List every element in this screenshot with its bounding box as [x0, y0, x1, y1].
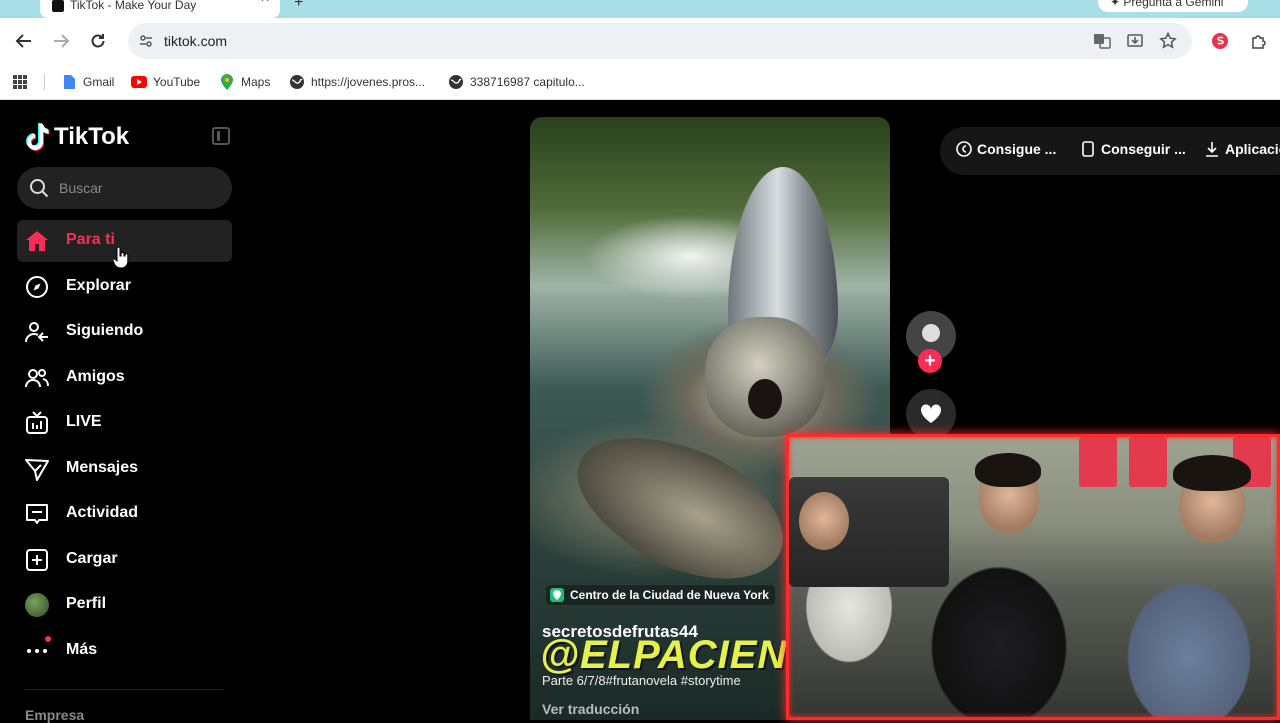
webcam-overlay	[786, 434, 1280, 720]
sidebar-item-explorar[interactable]: Explorar	[17, 266, 232, 308]
hand-cursor-icon	[113, 247, 129, 269]
url-text[interactable]: tiktok.com	[164, 33, 227, 49]
arrow-left-icon	[15, 34, 31, 48]
notification-dot	[45, 636, 51, 642]
location-pin-icon	[550, 588, 564, 602]
bookmark-youtube[interactable]: YouTube	[131, 72, 200, 92]
brand-name: TikTok	[54, 123, 130, 150]
top-actions-bar: Consigue ... Conseguir ... Aplicación	[940, 127, 1280, 175]
send-icon	[25, 457, 49, 481]
bookmark-jovenes[interactable]: https://jovenes.pros...	[289, 72, 425, 92]
location-tag[interactable]: Centro de la Ciudad de Nueva York	[546, 585, 775, 605]
back-button[interactable]	[9, 26, 39, 56]
extension-s-icon[interactable]	[1209, 30, 1231, 52]
forward-button[interactable]	[46, 26, 76, 56]
avatar	[25, 593, 49, 617]
video-figure-mouth	[748, 379, 782, 419]
gmail-icon	[61, 74, 77, 90]
sidebar-item-siguiendo[interactable]: Siguiendo	[17, 311, 232, 353]
bookmark-maps[interactable]: Maps	[219, 72, 270, 92]
get-coins-button[interactable]: Consigue ...	[956, 141, 1056, 157]
coin-icon	[956, 141, 972, 157]
search-input[interactable]	[57, 177, 217, 199]
tiktok-page: TikTok Para ti Explorar Siguiendo Amigos…	[0, 101, 1280, 723]
more-dots-icon	[25, 639, 49, 663]
browser-tab[interactable]: TikTok - Make Your Day ✕	[40, 0, 280, 18]
sidebar-item-mas[interactable]: Más	[17, 630, 232, 672]
globe-icon	[448, 74, 464, 90]
bookmarks-bar: Gmail YouTube Maps https://jovenes.pros.…	[0, 64, 1280, 100]
live-tv-icon	[25, 411, 49, 435]
user-following-icon	[25, 320, 49, 344]
get-app-button[interactable]: Conseguir ...	[1080, 141, 1186, 157]
bookmarks-separator	[44, 74, 45, 90]
extensions-puzzle-icon[interactable]	[1248, 30, 1270, 52]
reload-button[interactable]	[83, 26, 113, 56]
globe-icon	[289, 74, 305, 90]
sidebar-footer-heading: Empresa	[25, 707, 85, 723]
tiktok-favicon-icon	[52, 0, 64, 12]
collapse-sidebar-icon[interactable]	[212, 127, 230, 145]
apps-grid-icon[interactable]	[12, 72, 28, 92]
browser-tabstrip: TikTok - Make Your Day ✕ + ✦ Pregunta a …	[0, 0, 1280, 18]
activity-icon	[25, 502, 49, 526]
like-button[interactable]	[906, 389, 956, 439]
bookmark-gmail[interactable]: Gmail	[61, 72, 114, 92]
friends-icon	[25, 366, 49, 390]
video-username[interactable]: secretosdefrutas44	[542, 622, 698, 642]
sidebar-item-mensajes[interactable]: Mensajes	[17, 448, 232, 490]
follow-plus-button[interactable]: +	[918, 349, 942, 373]
see-translation-link[interactable]: Ver traducción	[542, 701, 639, 717]
webcam-hair	[1173, 455, 1251, 491]
reload-icon	[91, 34, 105, 48]
new-tab-icon[interactable]: +	[294, 0, 303, 12]
phone-icon	[1080, 141, 1096, 157]
sidebar-item-perfil[interactable]: Perfil	[17, 584, 232, 626]
upload-plus-icon	[25, 548, 49, 572]
webcam-person-left	[799, 492, 849, 550]
sidebar-item-amigos[interactable]: Amigos	[17, 357, 232, 399]
sidebar-item-live[interactable]: LIVE	[17, 402, 232, 444]
search-box[interactable]	[17, 167, 232, 209]
site-settings-icon[interactable]	[136, 31, 156, 51]
tiktok-note-icon	[26, 123, 50, 151]
video-figure-face	[705, 317, 825, 437]
tab-title: TikTok - Make Your Day	[70, 0, 197, 13]
sidebar-item-actividad[interactable]: Actividad	[17, 493, 232, 535]
heart-icon	[920, 404, 942, 423]
bookmark-star-icon[interactable]	[1158, 31, 1178, 51]
address-bar[interactable]: tiktok.com	[128, 23, 1192, 59]
youtube-icon	[131, 74, 147, 90]
download-app-button[interactable]: Aplicación	[1204, 141, 1280, 157]
search-icon	[30, 179, 49, 198]
install-app-icon[interactable]	[1125, 31, 1145, 51]
webcam-hanging-shirt	[1129, 437, 1167, 487]
arrow-right-icon	[54, 34, 70, 48]
webcam-hair	[975, 453, 1041, 487]
bookmark-capitulo[interactable]: 338716987 capitulo...	[448, 72, 585, 92]
translate-icon[interactable]	[1092, 31, 1112, 51]
webcam-hanging-shirt	[1079, 437, 1117, 487]
default-avatar-icon	[922, 324, 940, 342]
home-icon	[25, 229, 49, 253]
gemini-button[interactable]: ✦ Pregunta a Gemini	[1098, 0, 1248, 12]
download-icon	[1204, 141, 1220, 157]
compass-icon	[25, 275, 49, 299]
sidebar-divider	[25, 689, 223, 690]
maps-icon	[219, 74, 235, 90]
sidebar-item-cargar[interactable]: Cargar	[17, 539, 232, 581]
tiktok-logo[interactable]: TikTok	[24, 121, 129, 153]
browser-toolbar: tiktok.com	[0, 18, 1280, 64]
video-caption[interactable]: Parte 6/7/8#frutanovela #storytime	[542, 673, 802, 688]
